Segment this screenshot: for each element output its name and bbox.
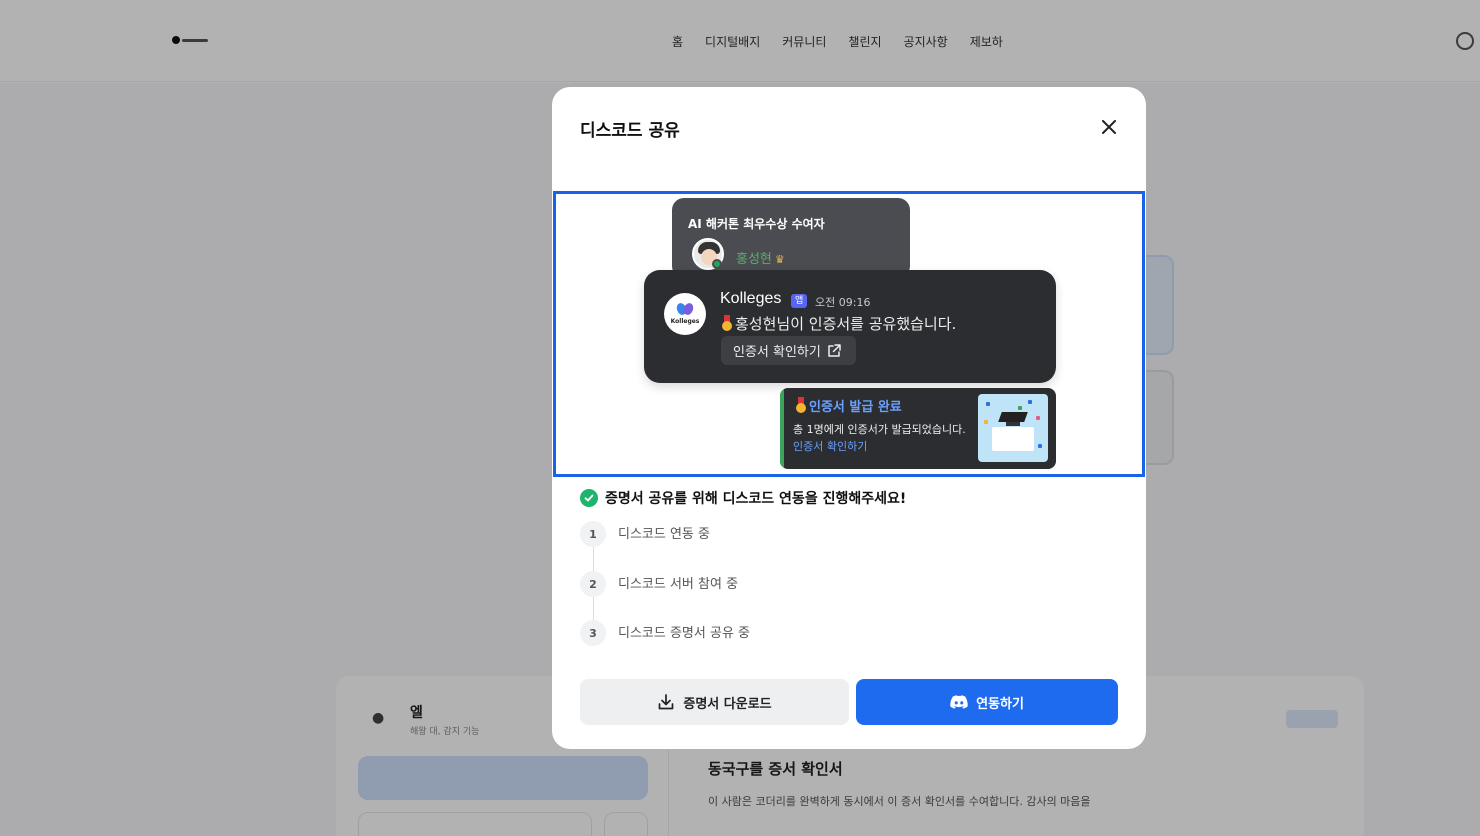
issued-title: 인증서 발급 완료 bbox=[796, 396, 902, 415]
kolleges-logo: Kolleges bbox=[664, 293, 706, 335]
success-stripe bbox=[780, 388, 784, 469]
step-connector bbox=[593, 597, 594, 620]
medal-icon bbox=[722, 315, 732, 331]
connect-label: 연동하기 bbox=[976, 696, 1024, 712]
step-item: 1 디스코드 연동 중 bbox=[580, 521, 710, 547]
status-text: 증명서 공유를 위해 디스코드 연동을 진행해주세요! bbox=[605, 491, 907, 507]
crown-icon: ♛ bbox=[774, 253, 785, 266]
recipient-name: 홍성현 ♛ bbox=[736, 248, 785, 267]
step-label: 디스코드 증명서 공유 중 bbox=[618, 625, 750, 641]
close-icon bbox=[1102, 120, 1116, 134]
step-number: 1 bbox=[580, 521, 606, 547]
check-circle-icon bbox=[580, 489, 598, 507]
medal-icon bbox=[796, 397, 806, 413]
view-certificate-label: 인증서 확인하기 bbox=[733, 345, 821, 360]
bot-message-card: Kolleges Kolleges 앱 오전 09:16 홍성현님이 인증서를 … bbox=[644, 270, 1056, 383]
issued-link: 인증서 확인하기 bbox=[793, 440, 868, 453]
step-number: 2 bbox=[580, 571, 606, 597]
message-time: 오전 09:16 bbox=[815, 296, 871, 309]
certificate-issued-card: 인증서 발급 완료 총 1명에게 인증서가 발급되었습니다. 인증서 확인하기 bbox=[780, 388, 1056, 469]
online-status-icon bbox=[712, 259, 722, 269]
download-label: 증명서 다운로드 bbox=[683, 696, 772, 712]
external-link-icon bbox=[828, 343, 841, 357]
download-icon bbox=[659, 694, 674, 710]
step-item: 3 디스코드 증명서 공유 중 bbox=[580, 620, 750, 646]
step-number: 3 bbox=[580, 620, 606, 646]
step-item: 2 디스코드 서버 참여 중 bbox=[580, 571, 738, 597]
connect-discord-button[interactable]: 연동하기 bbox=[856, 679, 1118, 725]
issued-title-text: 인증서 발급 완료 bbox=[809, 400, 902, 415]
certificate-thumbnail bbox=[978, 394, 1048, 462]
close-button[interactable] bbox=[1097, 115, 1121, 139]
logo-text: Kolleges bbox=[670, 318, 700, 325]
app-badge: 앱 bbox=[791, 294, 808, 308]
message-text: 홍성현님이 인증서를 공유했습니다. bbox=[722, 313, 956, 334]
discord-icon bbox=[950, 695, 968, 709]
award-card: AI 해커톤 최우수상 수여자 홍성현 ♛ bbox=[672, 198, 910, 278]
view-certificate-button: 인증서 확인하기 bbox=[721, 336, 856, 365]
step-label: 디스코드 연동 중 bbox=[618, 526, 710, 542]
discord-share-modal: 디스코드 공유 AI 해커톤 최우수상 수여자 홍성현 ♛ Kolleges Ko… bbox=[552, 87, 1146, 749]
discord-preview-image: AI 해커톤 최우수상 수여자 홍성현 ♛ Kolleges Kolleges 앱… bbox=[553, 191, 1145, 477]
modal-title: 디스코드 공유 bbox=[580, 121, 680, 141]
download-certificate-button[interactable]: 증명서 다운로드 bbox=[580, 679, 849, 725]
award-title: AI 해커톤 최우수상 수여자 bbox=[688, 217, 825, 231]
step-connector bbox=[593, 547, 594, 571]
recipient-name-text: 홍성현 bbox=[736, 252, 772, 267]
step-label: 디스코드 서버 참여 중 bbox=[618, 576, 739, 592]
status-message: 증명서 공유를 위해 디스코드 연동을 진행해주세요! bbox=[580, 488, 906, 508]
bot-name: Kolleges bbox=[720, 290, 782, 307]
message-body: 홍성현님이 인증서를 공유했습니다. bbox=[735, 315, 957, 333]
issued-description: 총 1명에게 인증서가 발급되었습니다. bbox=[793, 423, 966, 436]
